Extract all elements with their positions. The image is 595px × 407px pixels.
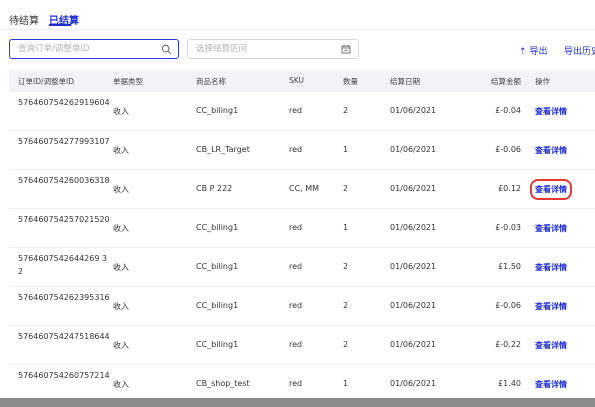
doc-type: 收入 <box>113 224 129 233</box>
quantity: 2 <box>343 262 349 271</box>
product-name: CB_shop_test <box>196 379 250 388</box>
view-details-link[interactable]: 查看详情 <box>535 145 567 156</box>
sku: red <box>289 106 303 115</box>
tab-pending-settlement[interactable]: 待结算 <box>9 12 39 27</box>
doc-type: 收入 <box>113 107 129 116</box>
settlement-amount: £-0.03 <box>495 223 521 232</box>
doc-type: 收入 <box>113 146 129 155</box>
view-details-link[interactable]: 查看详情 <box>535 106 567 117</box>
tabs-divider <box>0 29 595 30</box>
table-row: 576460754247518644 收入 CC_biling1 red 2 0… <box>9 326 595 365</box>
settlement-amount: £1.50 <box>498 262 521 271</box>
table-row: 576460754257021520 收入 CC_biling1 red 1 0… <box>9 209 595 248</box>
view-details-link[interactable]: 查看详情 <box>535 340 567 351</box>
product-name: CB P 222 <box>196 184 233 193</box>
header-settlement-amount: 结算金额 <box>491 77 521 86</box>
settlement-amount: £1.40 <box>498 379 521 388</box>
date-range-input[interactable] <box>196 43 336 55</box>
header-doc-type: 单据类型 <box>113 77 143 86</box>
settlement-amount: £-0.04 <box>495 106 521 115</box>
doc-type: 收入 <box>113 341 129 350</box>
order-id: 576460754260036318 <box>18 176 110 185</box>
doc-type: 收入 <box>113 380 129 389</box>
settlement-date: 01/06/2021 <box>390 106 437 115</box>
table-row: 576460754277993107 收入 CB_LR_Target red 1… <box>9 131 595 170</box>
order-id: 576460754247518644 <box>18 332 110 341</box>
settlement-amount: £-0.06 <box>495 301 521 310</box>
header-quantity: 数量 <box>343 77 358 86</box>
search-box[interactable] <box>9 39 179 59</box>
header-settlement-date: 结算日期 <box>390 77 420 86</box>
doc-type: 收入 <box>113 263 129 272</box>
product-name: CB_LR_Target <box>196 145 250 154</box>
settlement-date: 01/06/2021 <box>390 340 437 349</box>
search-icon[interactable] <box>161 44 172 55</box>
settlement-date: 01/06/2021 <box>390 379 437 388</box>
quantity: 1 <box>343 223 349 232</box>
quantity: 2 <box>343 106 349 115</box>
quantity: 1 <box>343 145 349 154</box>
header-order-id: 订单ID/调整单ID <box>18 77 75 86</box>
view-details-link[interactable]: 查看详情 <box>535 223 567 234</box>
quantity: 2 <box>343 184 349 193</box>
bottom-overlay-bar <box>0 398 595 407</box>
settlement-date: 01/06/2021 <box>390 262 437 271</box>
settlement-date: 01/06/2021 <box>390 145 437 154</box>
header-action: 操作 <box>535 77 550 86</box>
doc-type: 收入 <box>113 302 129 311</box>
view-details-link-highlighted[interactable]: 查看详情 <box>530 179 572 200</box>
export-history-link[interactable]: 导出历史 <box>564 44 595 57</box>
view-details-link[interactable]: 查看详情 <box>535 379 567 390</box>
quantity: 1 <box>343 379 349 388</box>
sku: red <box>289 223 303 232</box>
order-id: 5764607542644269 32 <box>18 254 108 276</box>
view-details-link[interactable]: 查看详情 <box>535 262 567 273</box>
doc-type: 收入 <box>113 185 129 194</box>
table-header: 订单ID/调整单ID 单据类型 商品名称 SKU 数量 结算日期 结算金额 操作 <box>9 70 595 92</box>
table-row: 5764607542644269 32 收入 CC_biling1 red 2 … <box>9 248 595 287</box>
active-tab-indicator <box>49 24 71 26</box>
sku: red <box>289 379 303 388</box>
sku: red <box>289 145 303 154</box>
settlement-amount: £-0.06 <box>495 145 521 154</box>
header-sku: SKU <box>289 76 304 85</box>
header-product-name: 商品名称 <box>196 77 226 86</box>
product-name: CC_biling1 <box>196 262 239 271</box>
settlement-date: 01/06/2021 <box>390 301 437 310</box>
view-details-link[interactable]: 查看详情 <box>535 301 567 312</box>
settlement-date: 01/06/2021 <box>390 184 437 193</box>
settlement-date-range[interactable] <box>187 39 359 59</box>
quantity: 2 <box>343 340 349 349</box>
table-row: 576460754260036318 收入 CB P 222 CC, MM 2 … <box>9 170 595 209</box>
export-button[interactable]: ⇡ 导出 <box>519 44 548 57</box>
settlement-amount: £-0.22 <box>495 340 521 349</box>
search-input[interactable] <box>18 43 158 55</box>
upload-icon: ⇡ <box>519 47 527 57</box>
sku: red <box>289 340 303 349</box>
settlement-amount: £0.12 <box>498 184 521 193</box>
quantity: 2 <box>343 301 349 310</box>
product-name: CC_biling1 <box>196 106 239 115</box>
product-name: CC_biling1 <box>196 340 239 349</box>
product-name: CC_biling1 <box>196 223 239 232</box>
order-id: 576460754260757214 <box>18 371 110 380</box>
export-label: 导出 <box>529 47 548 57</box>
sku: red <box>289 301 303 310</box>
sku: CC, MM <box>289 184 320 193</box>
sku: red <box>289 262 303 271</box>
table-row: 576460754262395316 收入 CC_biling1 red 2 0… <box>9 287 595 326</box>
table-row: 576460754262919604 收入 CC_biling1 red 2 0… <box>9 92 595 131</box>
order-id: 576460754262919604 <box>18 98 110 107</box>
order-id: 576460754277993107 <box>18 137 110 146</box>
calendar-icon <box>341 45 351 54</box>
product-name: CC_biling1 <box>196 301 239 310</box>
order-id: 576460754257021520 <box>18 215 110 224</box>
settlement-date: 01/06/2021 <box>390 223 437 232</box>
order-id: 576460754262395316 <box>18 293 110 302</box>
